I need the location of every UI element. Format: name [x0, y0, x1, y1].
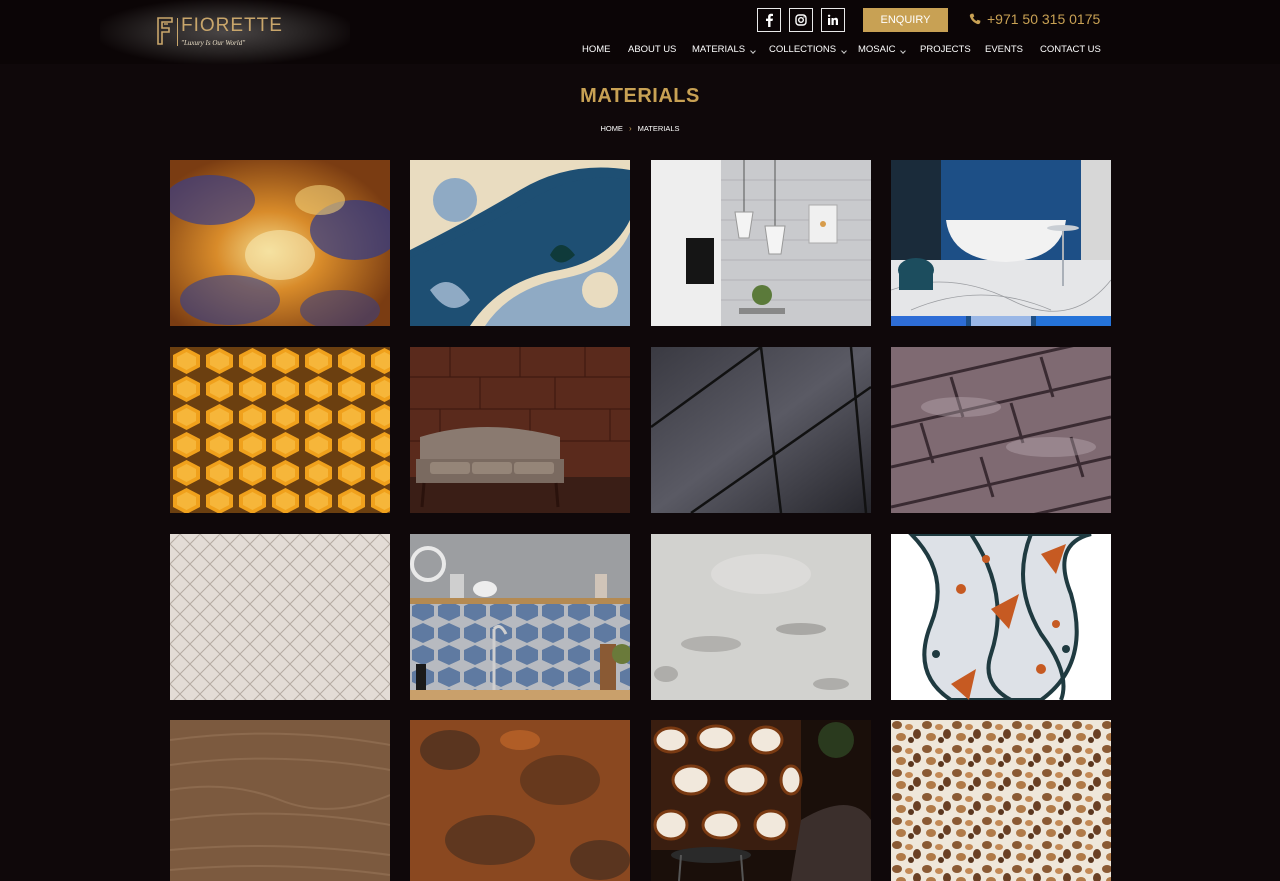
chevron-right-icon: ›	[628, 124, 632, 133]
brown-granite-image	[410, 720, 630, 881]
page-title: MATERIALS	[580, 85, 700, 107]
material-tile-gold-blue-glass[interactable]	[170, 160, 390, 326]
nav-events-label: EVENTS	[985, 44, 1024, 55]
material-tile-wood-grain[interactable]	[170, 720, 390, 881]
metallic-brick-image	[891, 347, 1111, 513]
nav-contact-us[interactable]: CONTACT US	[1040, 44, 1101, 55]
material-tile-marble-waterjet[interactable]	[891, 534, 1111, 700]
linkedin-icon	[827, 14, 838, 25]
linkedin-button[interactable]	[821, 8, 845, 32]
material-tile-blue-mosaic-bathroom[interactable]	[891, 160, 1111, 326]
marble-waterjet-image	[891, 534, 1111, 700]
nav-collections[interactable]: COLLECTIONS	[769, 44, 847, 55]
logo[interactable]: FIORETTE "Luxury Is Our World"	[100, 0, 350, 64]
leather-wall-sofa-image	[410, 347, 630, 513]
nav-about-us[interactable]: ABOUT US	[628, 44, 676, 55]
chevron-down-icon	[900, 47, 907, 54]
gold-blue-glass-image	[170, 160, 390, 326]
material-tile-brown-granite[interactable]	[410, 720, 630, 881]
nav-projects[interactable]: PROJECTS	[920, 44, 971, 55]
material-tile-concrete-texture[interactable]	[651, 534, 871, 700]
logo-divider	[177, 18, 178, 46]
nav-mosaic[interactable]: MOSAIC	[858, 44, 907, 55]
nav-about-us-label: ABOUT US	[628, 44, 677, 55]
herringbone-white-image	[170, 534, 390, 700]
nav-contact-us-label: CONTACT US	[1040, 44, 1101, 55]
nav-home[interactable]: HOME	[582, 44, 611, 55]
brand-name: FIORETTE	[181, 15, 283, 36]
material-tile-amber-hex-mosaic[interactable]	[170, 347, 390, 513]
phone-contact[interactable]: +971 50 315 0175	[969, 11, 1100, 27]
material-tile-leather-wall-sofa[interactable]	[410, 347, 630, 513]
chevron-down-icon	[750, 47, 756, 54]
facebook-icon	[766, 13, 773, 27]
material-tile-white-brick-interior[interactable]	[651, 160, 871, 326]
wood-grain-image	[170, 720, 390, 881]
chevron-down-icon	[841, 47, 847, 54]
enquiry-button[interactable]: ENQUIRY	[863, 8, 948, 32]
site-header: FIORETTE "Luxury Is Our World" ENQUIRY +…	[0, 0, 1280, 64]
material-tile-herringbone-white[interactable]	[170, 534, 390, 700]
facebook-button[interactable]	[757, 8, 781, 32]
blue-mosaic-bathroom-image	[891, 160, 1111, 326]
material-tile-agate-lounge[interactable]	[651, 720, 871, 881]
material-tile-metallic-brick[interactable]	[891, 347, 1111, 513]
white-brick-interior-image	[651, 160, 871, 326]
nav-home-label: HOME	[582, 44, 611, 55]
phone-number: +971 50 315 0175	[987, 11, 1101, 27]
breadcrumb: HOME › MATERIALS	[0, 124, 1280, 133]
logo-mark-icon	[157, 17, 173, 45]
instagram-button[interactable]	[789, 8, 813, 32]
nav-mosaic-label: MOSAIC	[858, 44, 896, 55]
dark-leather-panels-image	[651, 347, 871, 513]
phone-icon	[969, 13, 981, 25]
breadcrumb-home[interactable]: HOME	[600, 124, 623, 133]
breadcrumb-current: MATERIALS	[637, 124, 680, 133]
amber-hex-mosaic-image	[170, 347, 390, 513]
instagram-icon	[795, 14, 807, 26]
material-tile-blue-hex-kitchen[interactable]	[410, 534, 630, 700]
material-tile-patterned-tile[interactable]	[410, 160, 630, 326]
agate-lounge-image	[651, 720, 871, 881]
brand-tagline: "Luxury Is Our World"	[181, 39, 246, 47]
patterned-tile-image	[410, 160, 630, 326]
nav-collections-label: COLLECTIONS	[769, 44, 837, 55]
concrete-texture-image	[651, 534, 871, 700]
nav-materials[interactable]: MATERIALS	[692, 44, 756, 55]
nav-events[interactable]: EVENTS	[985, 44, 1023, 55]
blue-hex-kitchen-image	[410, 534, 630, 700]
terrazzo-image	[891, 720, 1111, 881]
nav-materials-label: MATERIALS	[692, 44, 746, 55]
material-tile-terrazzo[interactable]	[891, 720, 1111, 881]
material-tile-dark-leather-panels[interactable]	[651, 347, 871, 513]
nav-projects-label: PROJECTS	[920, 44, 971, 55]
